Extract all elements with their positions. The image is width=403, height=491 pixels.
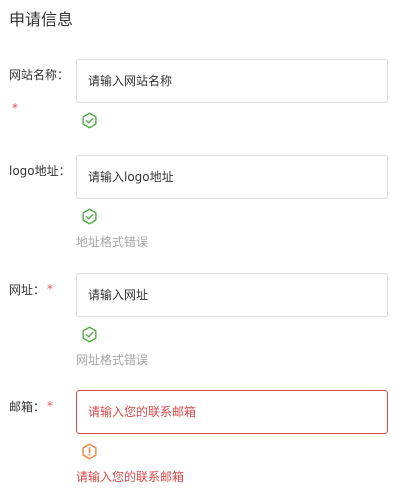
page-title: 申请信息 <box>9 10 74 29</box>
email-error: 请输入您的联系邮箱 <box>76 470 185 484</box>
check-hexagon-icon <box>82 112 97 129</box>
email-required-mark: * <box>47 399 53 413</box>
check-hexagon-icon <box>82 326 97 343</box>
logo-hint: 地址格式错误 <box>76 235 149 249</box>
email-input[interactable] <box>76 390 388 434</box>
email-label: 邮箱： <box>9 400 46 414</box>
url-hint: 网址格式错误 <box>76 353 149 367</box>
check-hexagon-icon <box>82 208 97 225</box>
url-required-mark: * <box>47 282 53 296</box>
site-name-input[interactable] <box>76 59 388 103</box>
url-input[interactable] <box>76 273 388 317</box>
site-name-label: 网站名称： <box>9 68 70 82</box>
logo-label: logo地址： <box>9 164 71 178</box>
url-label: 网址： <box>9 283 46 297</box>
site-name-required-mark: * <box>12 101 18 115</box>
warning-hexagon-icon <box>82 443 97 460</box>
logo-input[interactable] <box>76 155 388 199</box>
